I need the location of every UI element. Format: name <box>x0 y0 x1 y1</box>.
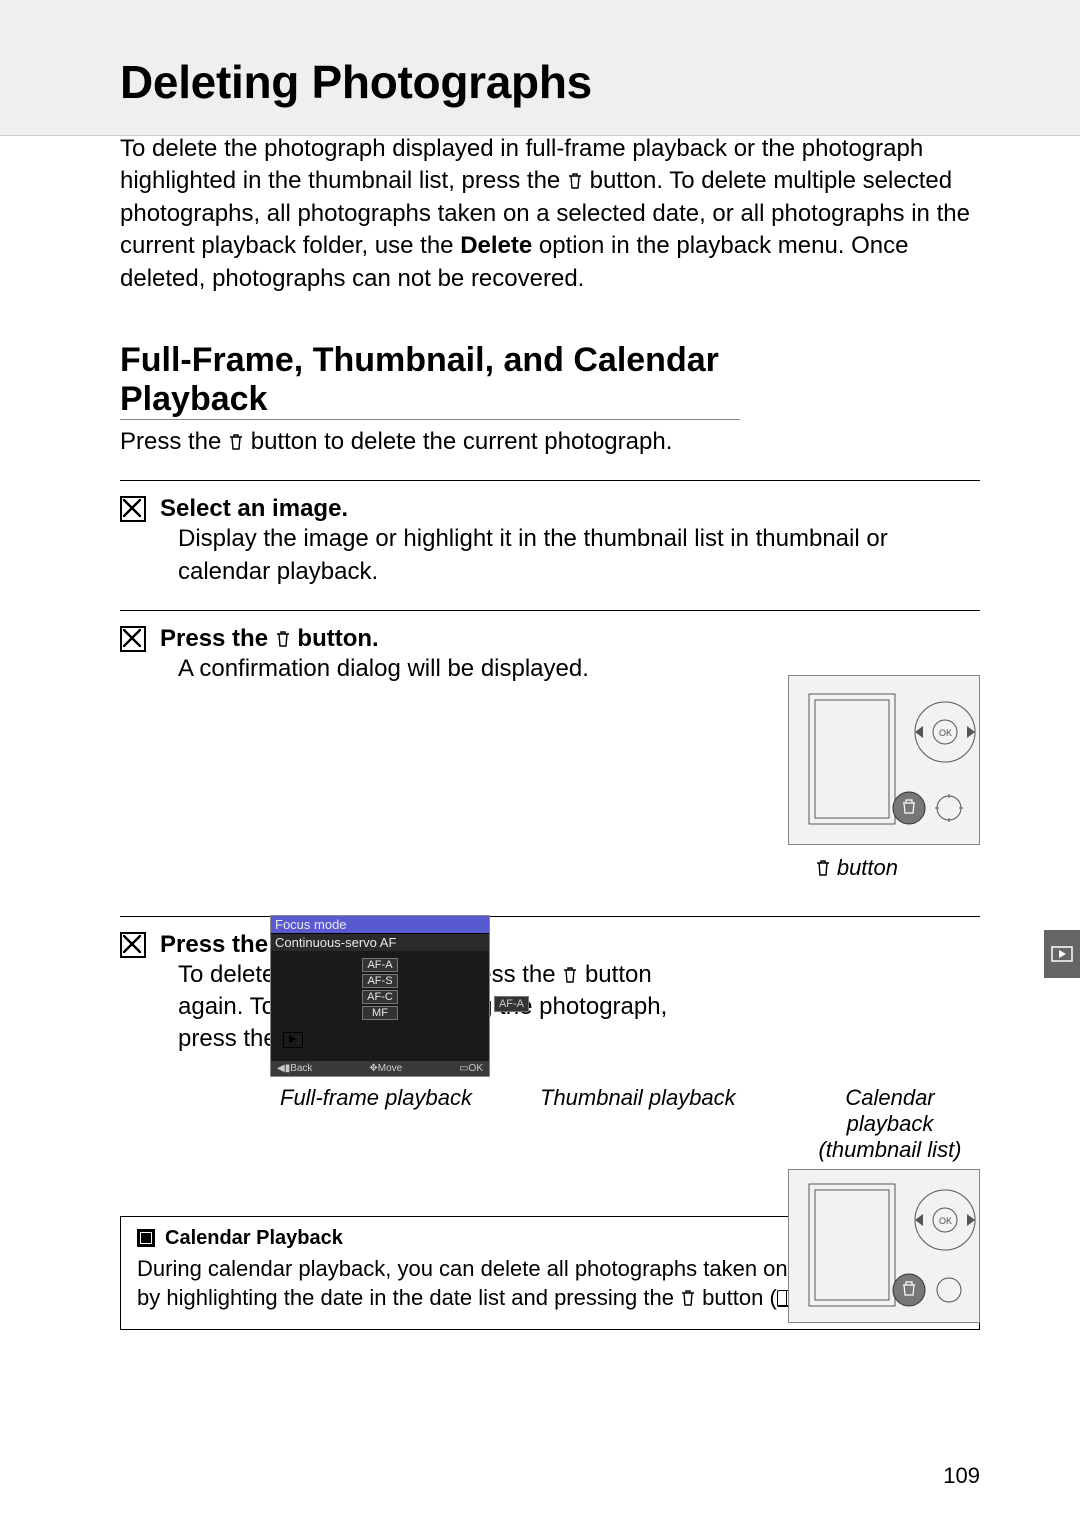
lcd-options: AF-A AF-S AF-C MF <box>271 951 489 1027</box>
trash-icon <box>228 428 244 446</box>
lcd-opt: MF <box>362 1006 398 1020</box>
trash-icon <box>815 857 831 875</box>
lcd-footer: ◀▮Back ✥Move ▭OK <box>271 1061 489 1076</box>
step-number-icon <box>120 496 146 522</box>
camera-illustration: OK <box>788 675 980 845</box>
lcd-opt: AF-S <box>362 974 398 988</box>
lcd-opt: AF-C <box>362 990 398 1004</box>
delete-option-label: Delete <box>460 232 532 259</box>
svg-text:OK: OK <box>939 1216 952 1226</box>
step-title: Press the button. <box>160 625 379 653</box>
intro-paragraph: To delete the photograph displayed in fu… <box>120 133 980 295</box>
step-3: Press the button again. To delete the ph… <box>120 916 980 1056</box>
trash-icon <box>680 1285 696 1303</box>
section-heading: Full-Frame, Thumbnail, and Calendar Play… <box>120 341 740 420</box>
page-title: Deleting Photographs <box>120 55 980 109</box>
section-tab-playback <box>1044 930 1080 978</box>
trash-icon <box>562 961 578 979</box>
note-title: Calendar Playback <box>165 1227 343 1250</box>
step-body: Display the image or highlight it in the… <box>178 523 980 588</box>
playback-icon <box>283 1032 303 1048</box>
camera-illustration: OK <box>788 1169 980 1323</box>
lcd-opt: AF-A <box>362 958 398 972</box>
lcd-title: Focus mode <box>271 916 489 934</box>
lcd-side-badge: AF-A <box>494 996 529 1012</box>
lcd-screenshot: Focus mode Continuous-servo AF AF-A AF-S… <box>270 915 490 1077</box>
svg-text:OK: OK <box>939 728 952 738</box>
caption-thumbnail: Thumbnail playback <box>540 1085 736 1111</box>
camera-caption: button <box>815 855 898 881</box>
step-number-icon <box>120 932 146 958</box>
step-number-icon <box>120 626 146 652</box>
caption-calendar: Calendar playback(thumbnail list) <box>800 1085 980 1163</box>
page-number: 109 <box>943 1463 980 1489</box>
note-icon <box>137 1229 155 1247</box>
manual-page: Deleting Photographs To delete the photo… <box>0 0 1080 1529</box>
caption-full-frame: Full-frame playback <box>280 1085 472 1111</box>
trash-icon <box>567 167 583 185</box>
section-lead: Press the button to delete the current p… <box>120 426 980 458</box>
step-1: Select an image. Display the image or hi… <box>120 480 980 588</box>
step-title: Select an image. <box>160 495 348 523</box>
lcd-subtitle: Continuous-servo AF <box>271 934 489 951</box>
trash-icon <box>275 627 291 645</box>
